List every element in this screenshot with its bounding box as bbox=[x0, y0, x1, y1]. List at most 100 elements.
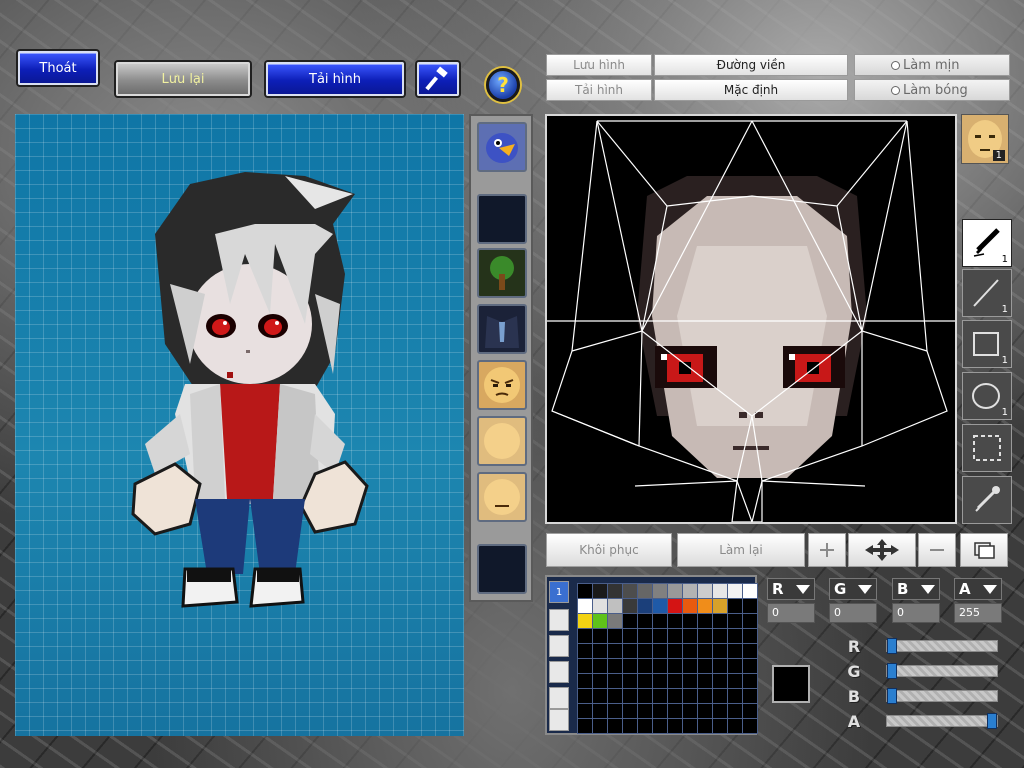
red-channel-header[interactable]: R bbox=[767, 578, 815, 600]
palette-color-cell[interactable] bbox=[638, 719, 652, 733]
palette-color-cell[interactable] bbox=[713, 644, 727, 658]
palette-color-cell[interactable] bbox=[653, 629, 667, 643]
palette-color-cell[interactable] bbox=[683, 719, 697, 733]
green-slider[interactable] bbox=[886, 663, 998, 679]
palette-color-cell[interactable] bbox=[683, 644, 697, 658]
palette-color-cell[interactable] bbox=[728, 704, 742, 718]
part-slot-tree[interactable] bbox=[477, 248, 527, 298]
palette-color-cell[interactable] bbox=[593, 629, 607, 643]
alpha-slider[interactable] bbox=[886, 713, 998, 729]
palette-color-cell[interactable] bbox=[668, 614, 682, 628]
character-preview[interactable] bbox=[15, 114, 464, 736]
move-button[interactable] bbox=[848, 533, 916, 567]
palette-color-cell[interactable] bbox=[578, 629, 592, 643]
palette-color-cell[interactable] bbox=[608, 674, 622, 688]
palette-color-cell[interactable] bbox=[743, 599, 757, 613]
palette-color-cell[interactable] bbox=[608, 644, 622, 658]
palette-color-cell[interactable] bbox=[698, 599, 712, 613]
palette-color-cell[interactable] bbox=[683, 599, 697, 613]
alpha-value-field[interactable]: 255 bbox=[954, 603, 1002, 623]
palette-color-cell[interactable] bbox=[578, 689, 592, 703]
palette-color-cell[interactable] bbox=[608, 719, 622, 733]
palette-color-cell[interactable] bbox=[593, 674, 607, 688]
part-slot-avatar[interactable] bbox=[477, 122, 527, 172]
palette-color-cell[interactable] bbox=[623, 659, 637, 673]
palette-color-cell[interactable] bbox=[578, 584, 592, 598]
palette-color-cell[interactable] bbox=[608, 584, 622, 598]
hammer-button[interactable] bbox=[417, 62, 459, 96]
load-image-button[interactable]: Tải hình bbox=[546, 79, 652, 101]
default-button[interactable]: Mặc định bbox=[654, 79, 848, 101]
palette-color-cell[interactable] bbox=[653, 599, 667, 613]
restore-button[interactable]: Khôi phục bbox=[546, 533, 672, 567]
palette-color-cell[interactable] bbox=[713, 719, 727, 733]
palette-color-cell[interactable] bbox=[668, 674, 682, 688]
pencil-tool[interactable]: 1 bbox=[962, 219, 1012, 267]
palette-color-cell[interactable] bbox=[743, 719, 757, 733]
palette-color-cell[interactable] bbox=[683, 689, 697, 703]
palette-color-cell[interactable] bbox=[713, 629, 727, 643]
red-value-field[interactable]: 0 bbox=[767, 603, 815, 623]
palette-color-cell[interactable] bbox=[608, 704, 622, 718]
palette-color-cell[interactable] bbox=[623, 629, 637, 643]
palette-color-cell[interactable] bbox=[623, 644, 637, 658]
face-thumb[interactable]: 1 bbox=[961, 114, 1009, 164]
palette-color-cell[interactable] bbox=[683, 584, 697, 598]
palette-color-cell[interactable] bbox=[728, 719, 742, 733]
blue-slider[interactable] bbox=[886, 688, 998, 704]
palette-color-cell[interactable] bbox=[698, 674, 712, 688]
palette-tab-6[interactable] bbox=[549, 709, 569, 731]
palette-color-cell[interactable] bbox=[668, 599, 682, 613]
palette-color-cell[interactable] bbox=[728, 614, 742, 628]
palette-color-cell[interactable] bbox=[743, 704, 757, 718]
palette-tab-2[interactable] bbox=[549, 609, 569, 631]
blue-slider-thumb[interactable] bbox=[887, 688, 897, 704]
palette-color-cell[interactable] bbox=[683, 704, 697, 718]
palette-tab-4[interactable] bbox=[549, 661, 569, 683]
palette-color-cell[interactable] bbox=[713, 584, 727, 598]
save-button[interactable]: Lưu lại bbox=[116, 62, 250, 96]
palette-color-cell[interactable] bbox=[653, 704, 667, 718]
palette-color-cell[interactable] bbox=[638, 599, 652, 613]
palette-color-cell[interactable] bbox=[698, 704, 712, 718]
palette-tab-5[interactable] bbox=[549, 687, 569, 709]
palette-color-cell[interactable] bbox=[653, 659, 667, 673]
palette-color-cell[interactable] bbox=[578, 674, 592, 688]
layers-button[interactable] bbox=[960, 533, 1008, 567]
palette-color-cell[interactable] bbox=[713, 614, 727, 628]
palette-color-cell[interactable] bbox=[668, 719, 682, 733]
palette-color-cell[interactable] bbox=[593, 719, 607, 733]
palette-color-cell[interactable] bbox=[728, 584, 742, 598]
palette-color-cell[interactable] bbox=[638, 674, 652, 688]
palette-color-cell[interactable] bbox=[653, 674, 667, 688]
palette-color-cell[interactable] bbox=[713, 689, 727, 703]
palette-color-cell[interactable] bbox=[743, 689, 757, 703]
palette-color-cell[interactable] bbox=[728, 659, 742, 673]
part-slot-face-mouth[interactable] bbox=[477, 472, 527, 522]
red-slider[interactable] bbox=[886, 638, 998, 654]
palette-color-cell[interactable] bbox=[668, 659, 682, 673]
palette-color-cell[interactable] bbox=[578, 719, 592, 733]
palette-color-cell[interactable] bbox=[623, 599, 637, 613]
palette-color-cell[interactable] bbox=[578, 599, 592, 613]
palette-color-cell[interactable] bbox=[593, 614, 607, 628]
palette-color-cell[interactable] bbox=[683, 659, 697, 673]
eyedropper-tool[interactable] bbox=[962, 476, 1012, 524]
select-tool[interactable] bbox=[962, 424, 1012, 472]
redo-button[interactable]: Làm lại bbox=[677, 533, 805, 567]
palette-color-cell[interactable] bbox=[653, 719, 667, 733]
palette-color-cell[interactable] bbox=[743, 614, 757, 628]
palette-color-cell[interactable] bbox=[698, 584, 712, 598]
palette-color-cell[interactable] bbox=[683, 674, 697, 688]
palette-color-cell[interactable] bbox=[593, 584, 607, 598]
part-slot-face-angry[interactable] bbox=[477, 360, 527, 410]
palette-color-cell[interactable] bbox=[668, 689, 682, 703]
line-tool[interactable]: 1 bbox=[962, 269, 1012, 317]
blue-channel-header[interactable]: B bbox=[892, 578, 940, 600]
palette-color-cell[interactable] bbox=[698, 689, 712, 703]
palette-color-cell[interactable] bbox=[743, 659, 757, 673]
palette-color-cell[interactable] bbox=[593, 704, 607, 718]
green-channel-header[interactable]: G bbox=[829, 578, 877, 600]
palette-color-cell[interactable] bbox=[743, 629, 757, 643]
zoom-in-button[interactable] bbox=[808, 533, 846, 567]
